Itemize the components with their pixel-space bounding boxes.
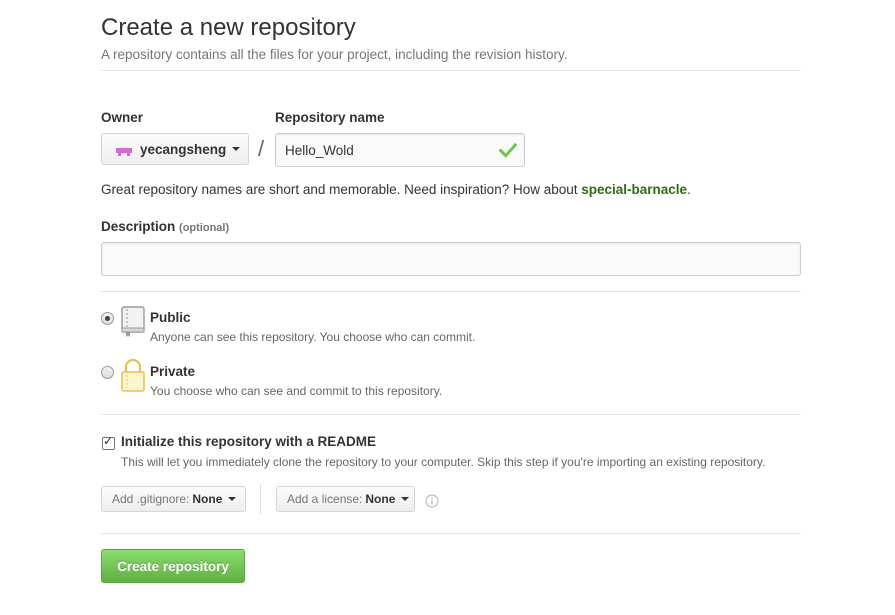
owner-repo-separator: / — [258, 136, 265, 161]
owner-name: yecangsheng — [140, 141, 227, 157]
repository-name-input[interactable] — [275, 133, 525, 167]
info-icon[interactable] — [425, 494, 439, 508]
public-description: Anyone can see this repository. You choo… — [150, 330, 476, 344]
gitignore-select-button[interactable]: Add .gitignore: None — [101, 486, 246, 512]
check-icon — [499, 142, 517, 158]
vertical-divider — [260, 484, 261, 514]
owner-select-button[interactable]: yecangsheng — [101, 133, 249, 165]
gitignore-value: None — [192, 492, 223, 506]
private-title: Private — [150, 364, 196, 379]
repo-book-icon — [121, 306, 145, 337]
divider — [101, 70, 801, 71]
avatar — [114, 139, 134, 159]
readme-title: Initialize this repository with a README — [121, 434, 377, 449]
readme-description: This will let you immediately clone the … — [121, 455, 766, 469]
license-select-button[interactable]: Add a license: None — [276, 486, 415, 512]
license-label: Add a license: — [287, 492, 363, 506]
page-subtitle: A repository contains all the files for … — [101, 47, 568, 62]
caret-down-icon — [401, 497, 410, 501]
page-title: Create a new repository — [101, 14, 356, 41]
initialize-readme-checkbox[interactable]: ✓ — [102, 434, 115, 450]
private-radio[interactable] — [101, 366, 114, 379]
description-label: Description (optional) — [101, 219, 229, 234]
divider — [101, 291, 801, 292]
public-title: Public — [150, 310, 191, 325]
divider — [101, 414, 801, 415]
caret-down-icon — [232, 147, 241, 151]
private-description: You choose who can see and commit to thi… — [150, 384, 443, 398]
description-label-text: Description — [101, 219, 176, 234]
description-input[interactable] — [101, 242, 801, 276]
suggested-name-link[interactable]: special-barnacle — [581, 182, 687, 197]
caret-down-icon — [228, 497, 237, 501]
hint-end: . — [687, 182, 691, 197]
gitignore-label: Add .gitignore: — [112, 492, 190, 506]
optional-note: (optional) — [179, 222, 230, 234]
divider — [101, 533, 801, 534]
repository-name-label: Repository name — [275, 110, 385, 125]
hint-text: Great repository names are short and mem… — [101, 182, 582, 197]
name-suggestion-hint: Great repository names are short and mem… — [101, 182, 691, 197]
license-value: None — [365, 492, 396, 506]
checkmark-icon: ✓ — [103, 434, 114, 448]
create-repository-button[interactable]: Create repository — [101, 549, 245, 583]
public-radio[interactable] — [101, 312, 114, 325]
owner-label: Owner — [101, 110, 144, 125]
lock-icon — [121, 358, 145, 392]
